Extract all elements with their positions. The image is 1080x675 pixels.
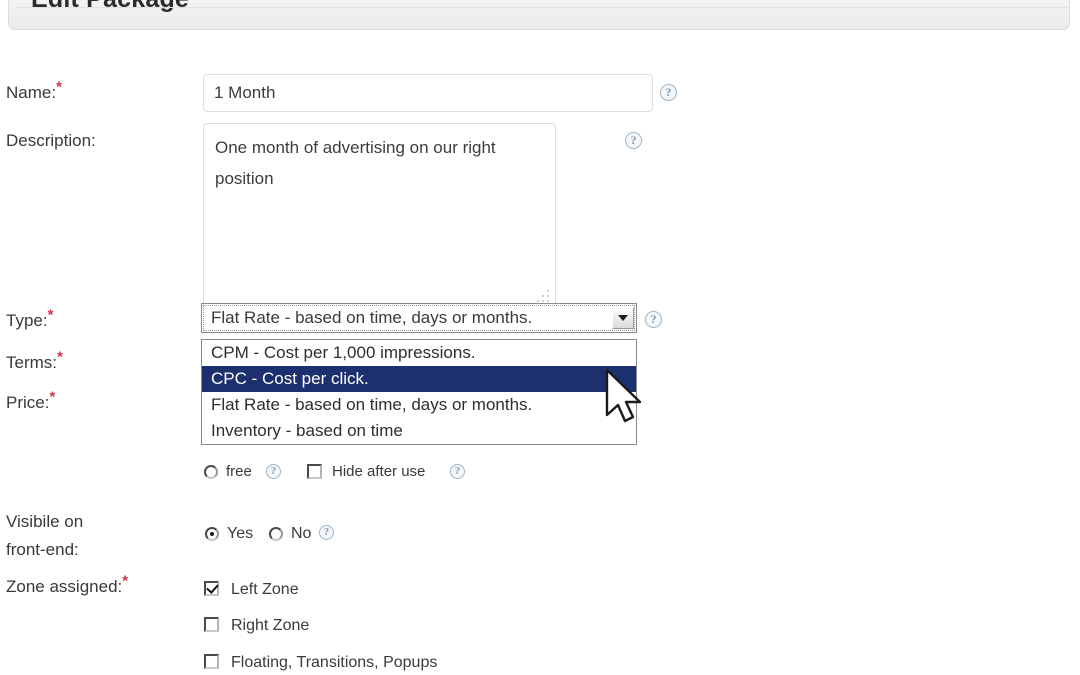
- visible-front-end-label-line2: front-end:: [6, 540, 79, 559]
- terms-required-marker: *: [57, 348, 63, 366]
- name-input[interactable]: [203, 74, 653, 112]
- zone-floating-label: Floating, Transitions, Popups: [231, 654, 438, 671]
- visible-front-end-label: Visibile on front-end:: [6, 508, 83, 564]
- hide-after-use-help-icon[interactable]: ?: [450, 464, 465, 479]
- terms-label: Terms:*: [6, 349, 63, 374]
- free-label: free: [226, 463, 252, 480]
- description-textarea[interactable]: One month of advertising on our right po…: [203, 123, 556, 311]
- header-divider: [17, 7, 1069, 8]
- type-option-flat-rate[interactable]: Flat Rate - based on time, days or month…: [202, 392, 636, 418]
- free-radio[interactable]: [204, 465, 218, 479]
- visible-front-end-yes-radio[interactable]: [205, 527, 219, 541]
- description-label: Description:: [6, 130, 96, 152]
- zone-left-label: Left Zone: [231, 581, 299, 598]
- resize-grip-icon[interactable]: [535, 290, 549, 304]
- visible-front-end-yes-label: Yes: [227, 525, 254, 542]
- description-help-icon[interactable]: ?: [625, 132, 642, 149]
- type-select[interactable]: Flat Rate - based on time, days or month…: [201, 303, 637, 333]
- type-required-marker: *: [47, 306, 54, 324]
- zone-assigned-required-marker: *: [122, 572, 129, 590]
- price-required-marker: *: [49, 388, 56, 406]
- zone-right-checkbox[interactable]: [204, 617, 219, 632]
- zone-left-checkbox[interactable]: [204, 581, 219, 596]
- name-label: Name:*: [6, 79, 62, 104]
- terms-label-text: Terms:: [6, 353, 57, 372]
- name-required-marker: *: [56, 78, 62, 96]
- visible-front-end-no-radio[interactable]: [269, 527, 283, 541]
- type-label: Type:*: [6, 307, 53, 332]
- type-help-icon[interactable]: ?: [645, 311, 662, 328]
- type-option-cpc[interactable]: CPC - Cost per click.: [202, 366, 636, 392]
- type-select-option-list[interactable]: CPM - Cost per 1,000 impressions. CPC - …: [201, 339, 637, 445]
- hide-after-use-label: Hide after use: [332, 463, 426, 480]
- description-label-text: Description:: [6, 131, 96, 150]
- type-option-cpm[interactable]: CPM - Cost per 1,000 impressions.: [202, 340, 636, 366]
- visible-front-end-help-icon[interactable]: ?: [319, 525, 334, 540]
- description-textarea-value: One month of advertising on our right po…: [215, 138, 501, 188]
- visible-front-end-no-label: No: [291, 525, 312, 542]
- free-help-icon[interactable]: ?: [266, 464, 281, 479]
- zone-assigned-label: Zone assigned:*: [6, 573, 128, 598]
- zone-floating-checkbox[interactable]: [204, 654, 219, 669]
- price-label-text: Price:: [6, 393, 50, 412]
- chevron-down-icon: [618, 315, 628, 321]
- hide-after-use-checkbox[interactable]: [307, 464, 322, 479]
- page-header-panel: Edit Package: [8, 0, 1070, 30]
- name-help-icon[interactable]: ?: [660, 84, 677, 101]
- name-label-text: Name:: [6, 83, 57, 102]
- type-select-value: Flat Rate - based on time, days or month…: [211, 308, 533, 327]
- type-option-inventory[interactable]: Inventory - based on time: [202, 418, 636, 444]
- visible-front-end-label-line1: Visibile on: [6, 512, 84, 531]
- zone-right-label: Right Zone: [231, 617, 310, 634]
- type-label-text: Type:: [6, 311, 48, 330]
- zone-assigned-label-text: Zone assigned:: [6, 577, 123, 596]
- price-label: Price:*: [6, 389, 55, 414]
- type-select-dropdown-button[interactable]: [612, 307, 634, 329]
